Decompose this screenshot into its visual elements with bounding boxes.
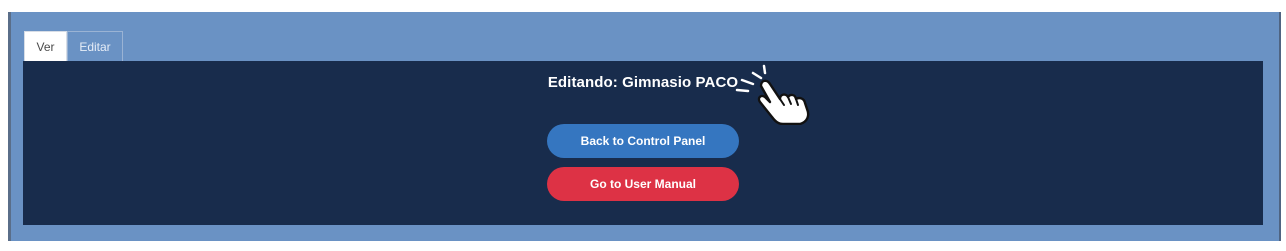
back-to-control-panel-button[interactable]: Back to Control Panel bbox=[547, 124, 739, 158]
page-title: Editando: Gimnasio PACO bbox=[547, 74, 739, 91]
app-frame: Ver Editar Editando: Gimnasio PACO Back … bbox=[0, 0, 1286, 251]
tab-ver[interactable]: Ver bbox=[24, 31, 67, 61]
panel-bottom-band bbox=[11, 225, 1279, 241]
hand-pointer-icon bbox=[735, 64, 810, 125]
tab-editar[interactable]: Editar bbox=[67, 31, 123, 61]
user-manual-button[interactable]: Go to User Manual bbox=[547, 167, 739, 201]
content-panel: Editando: Gimnasio PACO Back to Control … bbox=[23, 61, 1263, 225]
right-border bbox=[1279, 12, 1281, 241]
